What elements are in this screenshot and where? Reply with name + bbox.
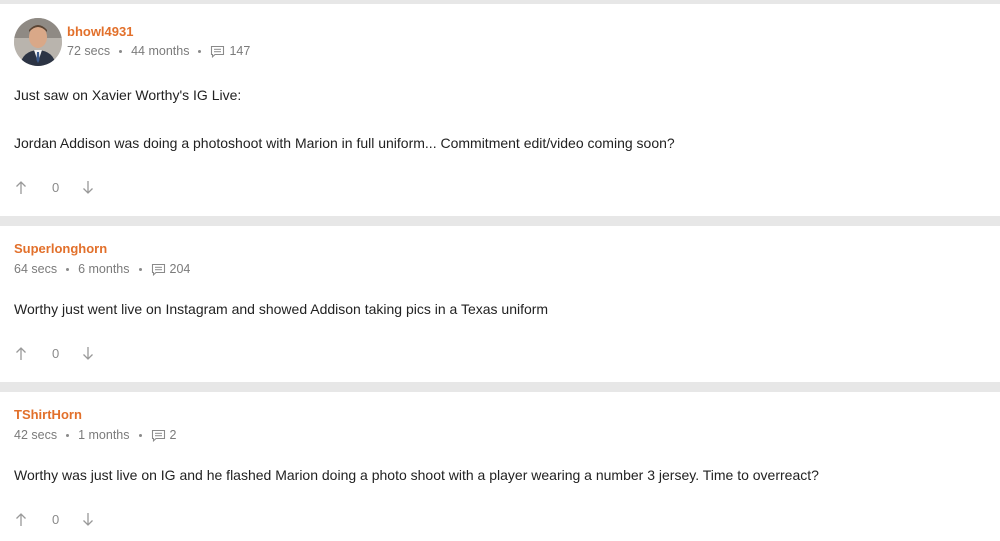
post-feed: bhowl4931 72 secs 44 months 147 Just saw… bbox=[0, 0, 1000, 541]
arrow-down-icon[interactable] bbox=[81, 179, 95, 195]
member-tenure: 1 months bbox=[78, 428, 130, 442]
vote-bar: 0 bbox=[14, 179, 95, 195]
avatar[interactable] bbox=[14, 18, 62, 66]
post-time: 72 secs bbox=[67, 44, 111, 58]
vote-count: 0 bbox=[52, 345, 60, 361]
post-meta: 42 secs 1 months 2 bbox=[14, 428, 176, 442]
comment-icon[interactable] bbox=[151, 263, 166, 276]
username[interactable]: bhowl4931 bbox=[67, 24, 133, 39]
vote-count: 0 bbox=[52, 179, 60, 195]
username[interactable]: TShirtHorn bbox=[14, 407, 82, 422]
post-meta: 64 secs 6 months 204 bbox=[14, 262, 190, 276]
post-body-line: Jordan Addison was doing a photoshoot wi… bbox=[14, 135, 675, 151]
post-card: bhowl4931 72 secs 44 months 147 Just saw… bbox=[0, 4, 1000, 216]
post-body-line: Worthy was just live on IG and he flashe… bbox=[14, 467, 819, 483]
member-tenure: 6 months bbox=[78, 262, 130, 276]
member-tenure: 44 months bbox=[131, 44, 190, 58]
separator-dot bbox=[66, 267, 70, 271]
arrow-down-icon[interactable] bbox=[81, 345, 95, 361]
comment-count[interactable]: 147 bbox=[229, 44, 250, 58]
username[interactable]: Superlonghorn bbox=[14, 241, 107, 256]
post-meta: 72 secs 44 months 147 bbox=[67, 44, 250, 58]
arrow-up-icon[interactable] bbox=[14, 345, 28, 361]
post-time: 64 secs bbox=[14, 262, 58, 276]
comment-count[interactable]: 2 bbox=[170, 428, 177, 442]
comment-icon[interactable] bbox=[210, 45, 225, 58]
separator-dot bbox=[138, 267, 142, 271]
arrow-up-icon[interactable] bbox=[14, 511, 28, 527]
avatar-image bbox=[14, 18, 62, 66]
vote-count: 0 bbox=[52, 511, 60, 527]
vote-bar: 0 bbox=[14, 511, 95, 527]
arrow-down-icon[interactable] bbox=[81, 511, 95, 527]
vote-bar: 0 bbox=[14, 345, 95, 361]
separator-dot bbox=[138, 433, 142, 437]
comment-icon[interactable] bbox=[151, 429, 166, 442]
post-body-line: Worthy just went live on Instagram and s… bbox=[14, 301, 549, 317]
separator-dot bbox=[198, 49, 202, 53]
post-time: 42 secs bbox=[14, 428, 58, 442]
separator-dot bbox=[66, 433, 70, 437]
post-card: TShirtHorn 42 secs 1 months 2 Worthy was… bbox=[0, 392, 1000, 541]
arrow-up-icon[interactable] bbox=[14, 179, 28, 195]
post-body-line: Just saw on Xavier Worthy's IG Live: bbox=[14, 87, 242, 103]
separator-dot bbox=[119, 49, 123, 53]
comment-count[interactable]: 204 bbox=[170, 262, 191, 276]
post-card: Superlonghorn 64 secs 6 months 204 Worth… bbox=[0, 226, 1000, 382]
